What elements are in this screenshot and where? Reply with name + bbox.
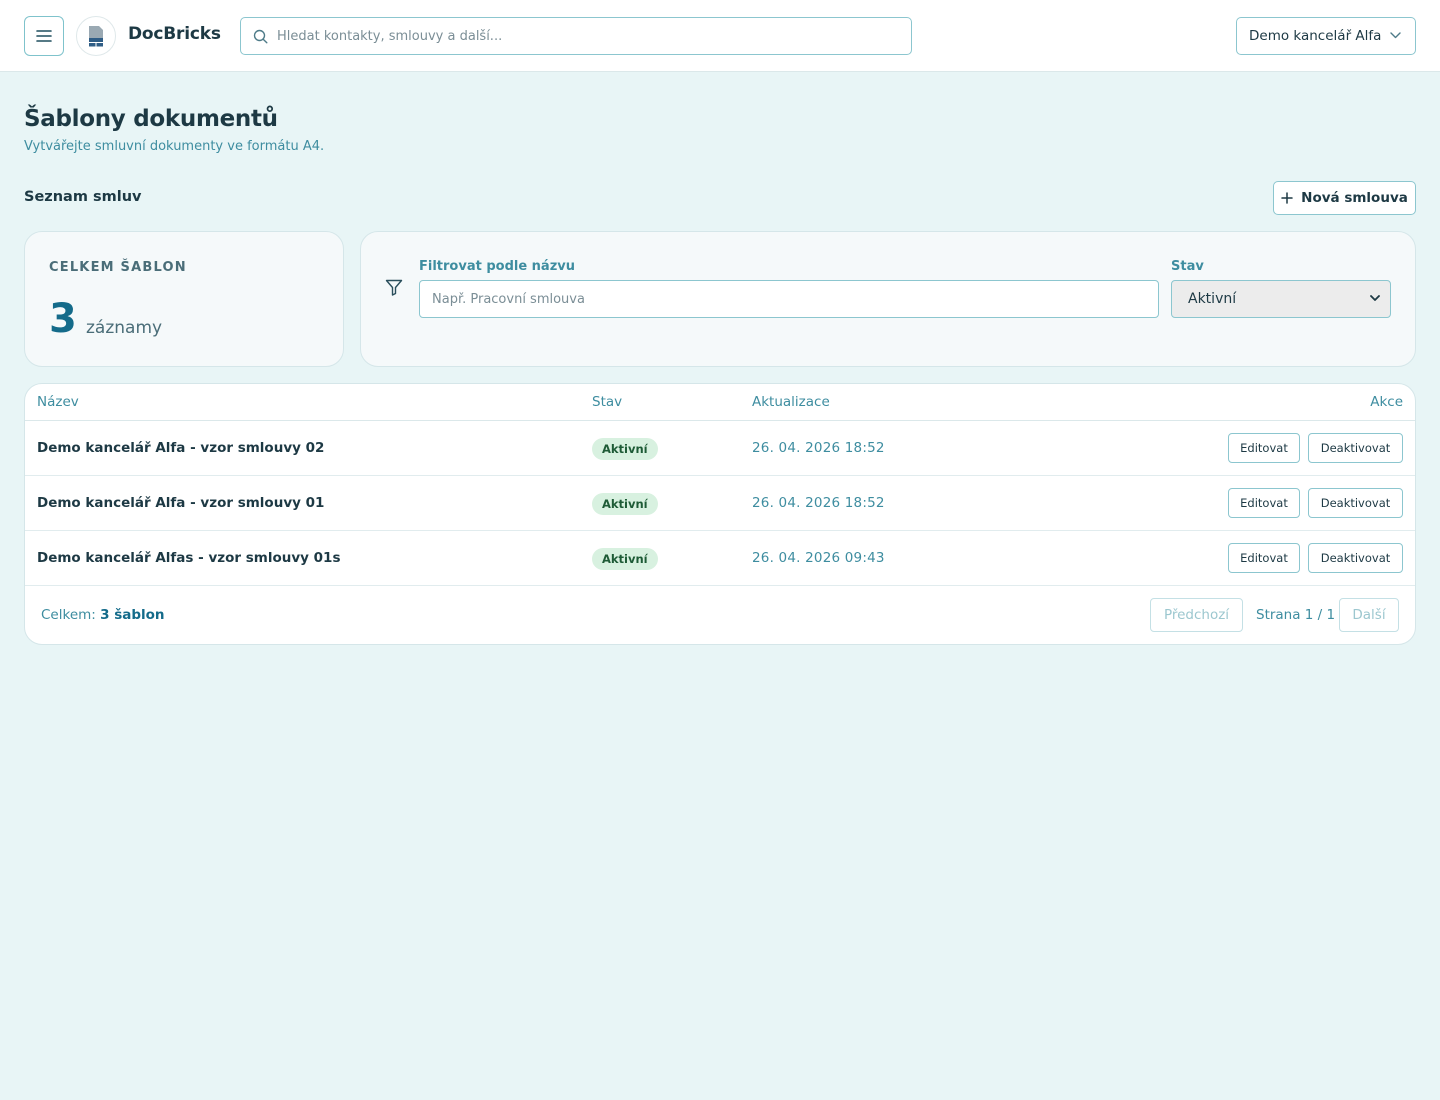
previous-page-button[interactable]: Předchozí <box>1150 598 1243 632</box>
edit-button[interactable]: Editovat <box>1228 543 1300 573</box>
table-row: Demo kancelář Alfas - vzor smlouvy 01s A… <box>25 531 1415 586</box>
new-contract-button[interactable]: Nová smlouva <box>1273 181 1416 215</box>
status-filter-select[interactable]: Aktivní <box>1171 280 1391 318</box>
templates-count-card: CELKEM ŠABLON 3 záznamy <box>24 231 344 367</box>
chevron-down-icon <box>1370 295 1380 301</box>
deactivate-button[interactable]: Deaktivovat <box>1308 433 1403 463</box>
stat-label: CELKEM ŠABLON <box>49 260 187 275</box>
stat-value: 3 <box>49 296 77 342</box>
edit-button[interactable]: Editovat <box>1228 488 1300 518</box>
page-indicator: Strana 1 / 1 <box>1256 607 1336 623</box>
status-filter-label: Stav <box>1171 259 1204 274</box>
status-badge: Aktivní <box>592 548 658 570</box>
brand-name: DocBricks <box>128 24 221 44</box>
total-value: 3 šablon <box>100 607 165 623</box>
updated-date: 26. 04. 2026 18:52 <box>752 495 885 511</box>
search-input[interactable] <box>277 18 897 54</box>
deactivate-button[interactable]: Deaktivovat <box>1308 488 1403 518</box>
office-selector-label: Demo kancelář Alfa <box>1249 28 1382 44</box>
status-filter-value: Aktivní <box>1188 291 1237 307</box>
top-bar: DocBricks Demo kancelář Alfa <box>0 0 1440 72</box>
templates-table: Název Stav Aktualizace Akce Demo kancelá… <box>24 383 1416 645</box>
table-row: Demo kancelář Alfa - vzor smlouvy 02 Akt… <box>25 421 1415 476</box>
column-header-actions: Akce <box>1370 394 1403 410</box>
total-prefix: Celkem: <box>41 607 96 623</box>
app-logo[interactable] <box>76 16 116 56</box>
office-selector[interactable]: Demo kancelář Alfa <box>1236 17 1416 55</box>
search-icon <box>253 29 268 44</box>
filter-icon <box>385 279 403 296</box>
column-header-status[interactable]: Stav <box>592 394 622 410</box>
column-header-updated[interactable]: Aktualizace <box>752 394 830 410</box>
deactivate-button[interactable]: Deaktivovat <box>1308 543 1403 573</box>
next-page-button[interactable]: Další <box>1339 598 1399 632</box>
docbricks-logo-icon <box>89 26 103 47</box>
template-name: Demo kancelář Alfa - vzor smlouvy 02 <box>37 440 325 456</box>
section-title: Seznam smluv <box>24 189 142 205</box>
edit-button[interactable]: Editovat <box>1228 433 1300 463</box>
template-name: Demo kancelář Alfa - vzor smlouvy 01 <box>37 495 325 511</box>
menu-button[interactable] <box>24 16 64 56</box>
filter-panel: Filtrovat podle názvu Stav Aktivní <box>360 231 1416 367</box>
table-row: Demo kancelář Alfa - vzor smlouvy 01 Akt… <box>25 476 1415 531</box>
stat-unit: záznamy <box>86 318 163 338</box>
template-name: Demo kancelář Alfas - vzor smlouvy 01s <box>37 550 341 566</box>
status-badge: Aktivní <box>592 493 658 515</box>
total-count: Celkem: 3 šablon <box>41 607 165 623</box>
page-subtitle: Vytvářejte smluvní dokumenty ve formátu … <box>24 139 325 154</box>
column-header-name[interactable]: Název <box>37 394 79 410</box>
chevron-down-icon <box>1390 32 1401 39</box>
plus-icon <box>1281 192 1293 204</box>
new-contract-label: Nová smlouva <box>1301 190 1408 206</box>
filter-name-input[interactable] <box>419 280 1159 318</box>
global-search[interactable] <box>240 17 912 55</box>
updated-date: 26. 04. 2026 18:52 <box>752 440 885 456</box>
filter-name-label: Filtrovat podle názvu <box>419 259 575 274</box>
updated-date: 26. 04. 2026 09:43 <box>752 550 885 566</box>
page-title: Šablony dokumentů <box>24 106 278 132</box>
status-badge: Aktivní <box>592 438 658 460</box>
hamburger-icon <box>36 30 52 42</box>
